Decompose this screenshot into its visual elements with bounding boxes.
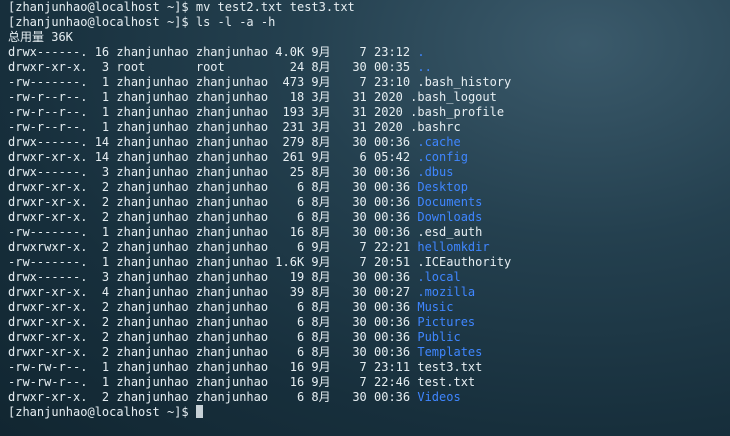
ls-row-name: Videos (417, 390, 461, 404)
ls-row: -rw-------. 1 zhanjunhao zhanjunhao 473 … (8, 75, 728, 90)
ls-row-name: .ICEauthority (417, 255, 512, 269)
ls-row-meta: -rw-rw-r--. 1 zhanjunhao zhanjunhao 16 9… (8, 360, 418, 374)
ls-row: -rw-------. 1 zhanjunhao zhanjunhao 16 8… (8, 225, 728, 240)
ls-row-name: test3.txt (417, 360, 483, 374)
ls-row: drwxr-xr-x. 14 zhanjunhao zhanjunhao 261… (8, 150, 728, 165)
command-line-ls: [zhanjunhao@localhost ~]$ ls -l -a -h (8, 15, 276, 29)
ls-row-name: .bashrc (410, 120, 461, 134)
ls-row-meta: drwxr-xr-x. 2 zhanjunhao zhanjunhao 6 8月… (8, 180, 418, 194)
ls-row-name: Music (417, 300, 454, 314)
ls-row-name: .esd_auth (417, 225, 483, 239)
ls-row: drwxr-xr-x. 2 zhanjunhao zhanjunhao 6 8月… (8, 330, 728, 345)
ls-row: -rw-rw-r--. 1 zhanjunhao zhanjunhao 16 9… (8, 360, 728, 375)
ls-row-meta: -rw-rw-r--. 1 zhanjunhao zhanjunhao 16 9… (8, 375, 418, 389)
ls-row-name: .config (417, 150, 468, 164)
ls-row-name: .. (417, 60, 432, 74)
ls-row-meta: drwxr-xr-x. 14 zhanjunhao zhanjunhao 261… (8, 150, 418, 164)
ls-row-meta: drwxr-xr-x. 2 zhanjunhao zhanjunhao 6 8月… (8, 390, 418, 404)
ls-row-meta: drwxr-xr-x. 2 zhanjunhao zhanjunhao 6 8月… (8, 315, 418, 329)
ls-row: drwx------. 16 zhanjunhao zhanjunhao 4.0… (8, 45, 728, 60)
ls-row: drwxr-xr-x. 2 zhanjunhao zhanjunhao 6 8月… (8, 300, 728, 315)
prompt-text: [zhanjunhao@localhost ~]$ (8, 405, 196, 419)
ls-row-name: .bash_logout (410, 90, 497, 104)
ls-row: -rw-r--r--. 1 zhanjunhao zhanjunhao 18 3… (8, 90, 728, 105)
ls-row-meta: drwxrwxr-x. 2 zhanjunhao zhanjunhao 6 9月… (8, 240, 418, 254)
ls-row-meta: drwx------. 3 zhanjunhao zhanjunhao 19 8… (8, 270, 418, 284)
ls-row: drwxr-xr-x. 2 zhanjunhao zhanjunhao 6 8月… (8, 180, 728, 195)
ls-row-name: .bash_profile (410, 105, 505, 119)
ls-row-name: Downloads (417, 210, 483, 224)
ls-row-meta: drwxr-xr-x. 2 zhanjunhao zhanjunhao 6 8月… (8, 330, 418, 344)
ls-row: drwxr-xr-x. 2 zhanjunhao zhanjunhao 6 8月… (8, 195, 728, 210)
ls-row-meta: -rw-r--r--. 1 zhanjunhao zhanjunhao 193 … (8, 105, 411, 119)
ls-row-meta: drwxr-xr-x. 3 root root 24 8月 30 00:35 (8, 60, 418, 74)
ls-row-meta: -rw-------. 1 zhanjunhao zhanjunhao 1.6K… (8, 255, 418, 269)
ls-row-meta: drwxr-xr-x. 4 zhanjunhao zhanjunhao 39 8… (8, 285, 418, 299)
ls-row-meta: drwxr-xr-x. 2 zhanjunhao zhanjunhao 6 8月… (8, 300, 418, 314)
ls-row-meta: drwx------. 14 zhanjunhao zhanjunhao 279… (8, 135, 418, 149)
ls-row-name: Documents (417, 195, 483, 209)
ls-row: drwx------. 3 zhanjunhao zhanjunhao 19 8… (8, 270, 728, 285)
terminal-window[interactable]: [zhanjunhao@localhost ~]$ mv test2.txt t… (8, 0, 728, 436)
ls-row-name: .dbus (417, 165, 454, 179)
ls-row: drwxr-xr-x. 2 zhanjunhao zhanjunhao 6 8月… (8, 210, 728, 225)
ls-row: -rw-------. 1 zhanjunhao zhanjunhao 1.6K… (8, 255, 728, 270)
ls-row-meta: drwxr-xr-x. 2 zhanjunhao zhanjunhao 6 8月… (8, 345, 418, 359)
ls-row-name: test.txt (417, 375, 476, 389)
ls-row-name: hellomkdir (417, 240, 490, 254)
ls-output-list: drwx------. 16 zhanjunhao zhanjunhao 4.0… (8, 45, 728, 405)
ls-row-name: .cache (417, 135, 461, 149)
ls-row-name: .bash_history (417, 75, 512, 89)
ls-row-name: .local (417, 270, 461, 284)
ls-row: drwxrwxr-x. 2 zhanjunhao zhanjunhao 6 9月… (8, 240, 728, 255)
ls-row-name: Desktop (417, 180, 468, 194)
ls-row: drwxr-xr-x. 3 root root 24 8月 30 00:35 .… (8, 60, 728, 75)
ls-row-name: Templates (417, 345, 483, 359)
ls-row-name: .mozilla (417, 285, 476, 299)
ls-row-meta: -rw-------. 1 zhanjunhao zhanjunhao 16 8… (8, 225, 418, 239)
ls-row-meta: drwx------. 16 zhanjunhao zhanjunhao 4.0… (8, 45, 418, 59)
command-line-mv: [zhanjunhao@localhost ~]$ mv test2.txt t… (8, 0, 355, 14)
ls-row-meta: drwxr-xr-x. 2 zhanjunhao zhanjunhao 6 8月… (8, 210, 418, 224)
ls-row: drwxr-xr-x. 4 zhanjunhao zhanjunhao 39 8… (8, 285, 728, 300)
text-cursor (195, 405, 203, 418)
ls-row: -rw-r--r--. 1 zhanjunhao zhanjunhao 193 … (8, 105, 728, 120)
ls-row: -rw-r--r--. 1 zhanjunhao zhanjunhao 231 … (8, 120, 728, 135)
ls-row-meta: drwxr-xr-x. 2 zhanjunhao zhanjunhao 6 8月… (8, 195, 418, 209)
ls-row-name: Pictures (417, 315, 476, 329)
ls-row: -rw-rw-r--. 1 zhanjunhao zhanjunhao 16 9… (8, 375, 728, 390)
ls-row: drwx------. 3 zhanjunhao zhanjunhao 25 8… (8, 165, 728, 180)
ls-row: drwxr-xr-x. 2 zhanjunhao zhanjunhao 6 8月… (8, 390, 728, 405)
total-size-line: 总用量 36K (8, 30, 73, 44)
active-prompt-line[interactable]: [zhanjunhao@localhost ~]$ (8, 405, 728, 420)
ls-row-name: Public (417, 330, 461, 344)
ls-row: drwx------. 14 zhanjunhao zhanjunhao 279… (8, 135, 728, 150)
ls-row: drwxr-xr-x. 2 zhanjunhao zhanjunhao 6 8月… (8, 345, 728, 360)
ls-row-meta: -rw-------. 1 zhanjunhao zhanjunhao 473 … (8, 75, 418, 89)
ls-row-meta: drwx------. 3 zhanjunhao zhanjunhao 25 8… (8, 165, 418, 179)
ls-row: drwxr-xr-x. 2 zhanjunhao zhanjunhao 6 8月… (8, 315, 728, 330)
ls-row-name: . (417, 45, 425, 59)
ls-row-meta: -rw-r--r--. 1 zhanjunhao zhanjunhao 231 … (8, 120, 411, 134)
ls-row-meta: -rw-r--r--. 1 zhanjunhao zhanjunhao 18 3… (8, 90, 411, 104)
